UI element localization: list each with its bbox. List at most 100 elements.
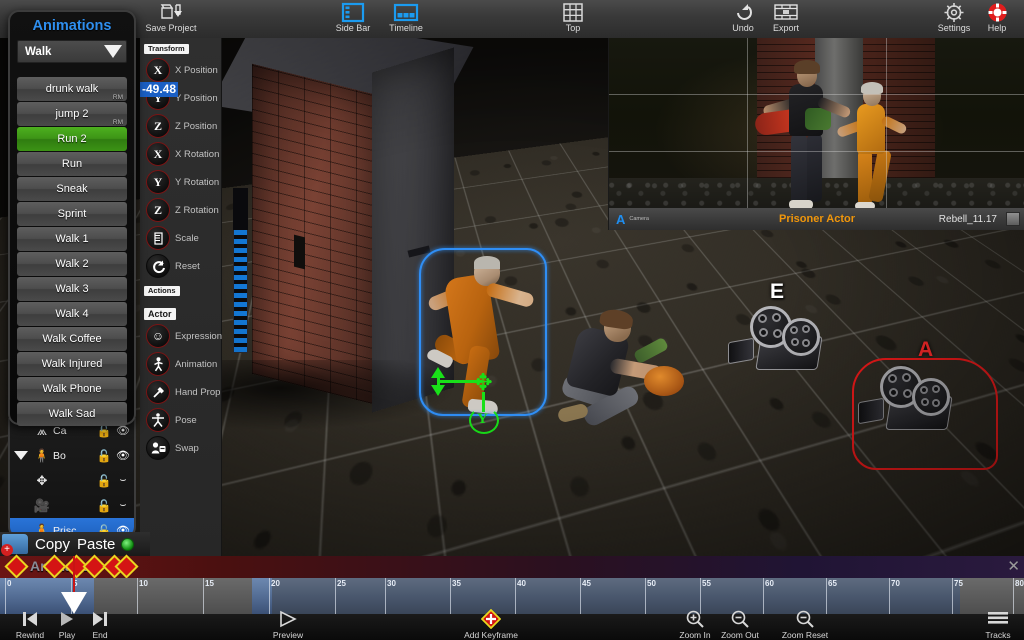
unlocked-icon[interactable]: 🔓 [96,474,112,488]
building-model[interactable] [209,12,474,413]
actor-icon: 🧍 [33,447,51,463]
animation-category-dropdown[interactable]: Walk [17,40,127,63]
x-position-value[interactable]: -49.48 [140,82,179,97]
move-gizmo-icon[interactable]: ✥ [472,371,494,394]
tool-pose[interactable]: Pose [140,406,221,434]
animation-list-item[interactable]: Walk 4 [17,302,127,326]
tool-expression[interactable]: ☺ Expression [140,322,222,350]
unlocked-icon[interactable]: 🔓 [96,424,112,438]
tool-hand-prop[interactable]: Hand Prop [140,378,221,406]
actor-secondary[interactable] [552,307,684,438]
animation-list[interactable]: drunk walk RM jump 2 RM Run 2 Run Sneak Sprint W… [10,77,134,426]
tool-z-position[interactable]: Z Z Position [140,112,221,140]
unlocked-icon[interactable]: 🔓 [96,499,112,513]
tool-group-transform-label: Transform [144,44,189,54]
animation-item-label: Walk Injured [41,357,103,370]
scene-tree-panel[interactable]: ⩕ Ca 🔓 👁 🧍 Bo 🔓 👁 ✥ 🔓 ⌣ 🎥 🔓 ⌣ 🧍 Prisc 🔓 👁 [8,418,136,538]
tool-group-actor-label: Actor [144,308,176,320]
add-keyframe-button[interactable]: Add Keyframe [455,608,527,640]
zoom-out-button[interactable]: Zoom Out [714,608,766,640]
animation-list-item[interactable]: Walk Coffee [17,327,127,351]
add-folder-icon[interactable] [1,534,28,556]
keyframe-marker[interactable] [4,554,29,579]
eye-closed-icon[interactable]: ⌣ [112,499,134,512]
animation-list-item[interactable]: Walk Injured [17,352,127,376]
toolbar-help[interactable]: Help [976,1,1018,37]
z-position-icon: Z [146,114,170,138]
animation-list-item[interactable]: Run 2 [17,127,127,151]
tool-x-position[interactable]: X X Position [140,56,221,84]
ruler-tick-label: 10 [139,579,148,588]
animation-list-item[interactable]: Walk 1 [17,227,127,251]
toolbar-timeline[interactable]: Timeline [380,1,432,37]
scene-tree-row[interactable]: 🧍 Bo 🔓 👁 [10,443,134,468]
tracks-button[interactable]: Tracks [977,608,1019,640]
unlocked-icon[interactable]: 🔓 [96,449,112,463]
tool-z-rotation[interactable]: Z Z Rotation [140,196,221,224]
transform-gizmo[interactable]: ✥ Y [428,365,508,435]
x-position-icon: X [146,58,170,82]
tool-scale-label: Scale [175,232,199,244]
toolbar-settings[interactable]: Settings [930,1,978,37]
toolbar-top-view[interactable]: Top [552,1,594,37]
expression-icon: ☺ [146,324,170,348]
viewport-slider-track-empty [233,188,248,230]
eye-closed-icon[interactable]: ⌣ [112,474,134,487]
toolbar-undo[interactable]: Undo [722,1,764,37]
animation-list-item[interactable]: Walk Phone [17,377,127,401]
camera-preview-window[interactable]: A Camera Prisoner Actor Rebell_11.17 [608,38,1024,230]
animation-category-value: Walk [25,45,52,58]
eye-icon[interactable]: 👁 [112,424,134,437]
actor2-prop-orange [644,366,684,396]
animation-item-badge: RM [112,118,123,126]
tool-swap[interactable]: Swap [140,434,221,462]
preview-button[interactable]: Preview [262,608,314,640]
zoom-reset-button[interactable]: Zoom Reset [776,608,834,640]
ruler-tick-label: 45 [582,579,591,588]
animation-list-item[interactable]: drunk walk RM [17,77,127,101]
expand-icon[interactable] [1006,212,1020,226]
keyframe-track[interactable]: Animation [0,554,1024,579]
toolbar-top-view-label: Top [565,23,581,33]
end-button[interactable]: End [80,608,120,640]
animation-list-item[interactable]: Walk 2 [17,252,127,276]
chevron-down-icon[interactable] [14,451,28,460]
animation-item-label: drunk walk [45,82,99,95]
animation-list-item[interactable]: Sneak [17,177,127,201]
animation-item-label: Walk Phone [42,382,102,395]
tool-y-rotation[interactable]: Y Y Rotation [140,168,221,196]
animation-list-item[interactable]: Walk Sad [17,402,127,426]
toolbar-save-project[interactable]: Save Project [143,1,199,37]
zoom-out-label: Zoom Out [721,630,759,640]
zoom-in-label: Zoom In [679,630,711,640]
camera-object-e[interactable]: E [728,280,850,396]
animation-item-label: Run 2 [57,132,87,145]
animation-list-item[interactable]: Walk 3 [17,277,127,301]
tool-scale[interactable]: Scale [140,224,221,252]
tool-x-rotation[interactable]: X X Rotation [140,140,221,168]
animation-walk-icon [146,352,170,376]
toolbar-side-bar[interactable]: Side Bar [327,1,379,37]
scene-tree-row[interactable]: ✥ 🔓 ⌣ [10,468,134,493]
tool-x-position-label: X Position [175,64,218,76]
preview-filename: Rebell_11.17 [938,213,997,225]
animation-item-label: Walk 3 [55,282,89,295]
tool-animation[interactable]: Animation [140,350,221,378]
add-keyframe-label: Add Keyframe [464,630,518,640]
scene-tree-row[interactable]: 🎥 🔓 ⌣ [10,493,134,518]
camera-object-a[interactable]: A [852,338,998,470]
hand-prop-icon [146,380,170,404]
eye-icon[interactable]: 👁 [112,449,134,462]
animation-list-item[interactable]: Run [17,152,127,176]
toolbar-settings-label: Settings [937,23,971,33]
close-icon[interactable]: ✕ [1007,557,1020,575]
tool-reset[interactable]: Reset [140,252,221,280]
zoom-in-button[interactable]: Zoom In [672,608,718,640]
toolbar-export[interactable]: Export [764,1,808,37]
animation-list-item[interactable]: jump 2 RM [17,102,127,126]
animation-list-item[interactable]: Sprint [17,202,127,226]
gizmo-arrow-down-icon[interactable] [431,385,445,396]
building-shadow [205,360,455,430]
copy-button[interactable]: Copy [35,536,70,553]
paste-button[interactable]: Paste [77,536,115,553]
